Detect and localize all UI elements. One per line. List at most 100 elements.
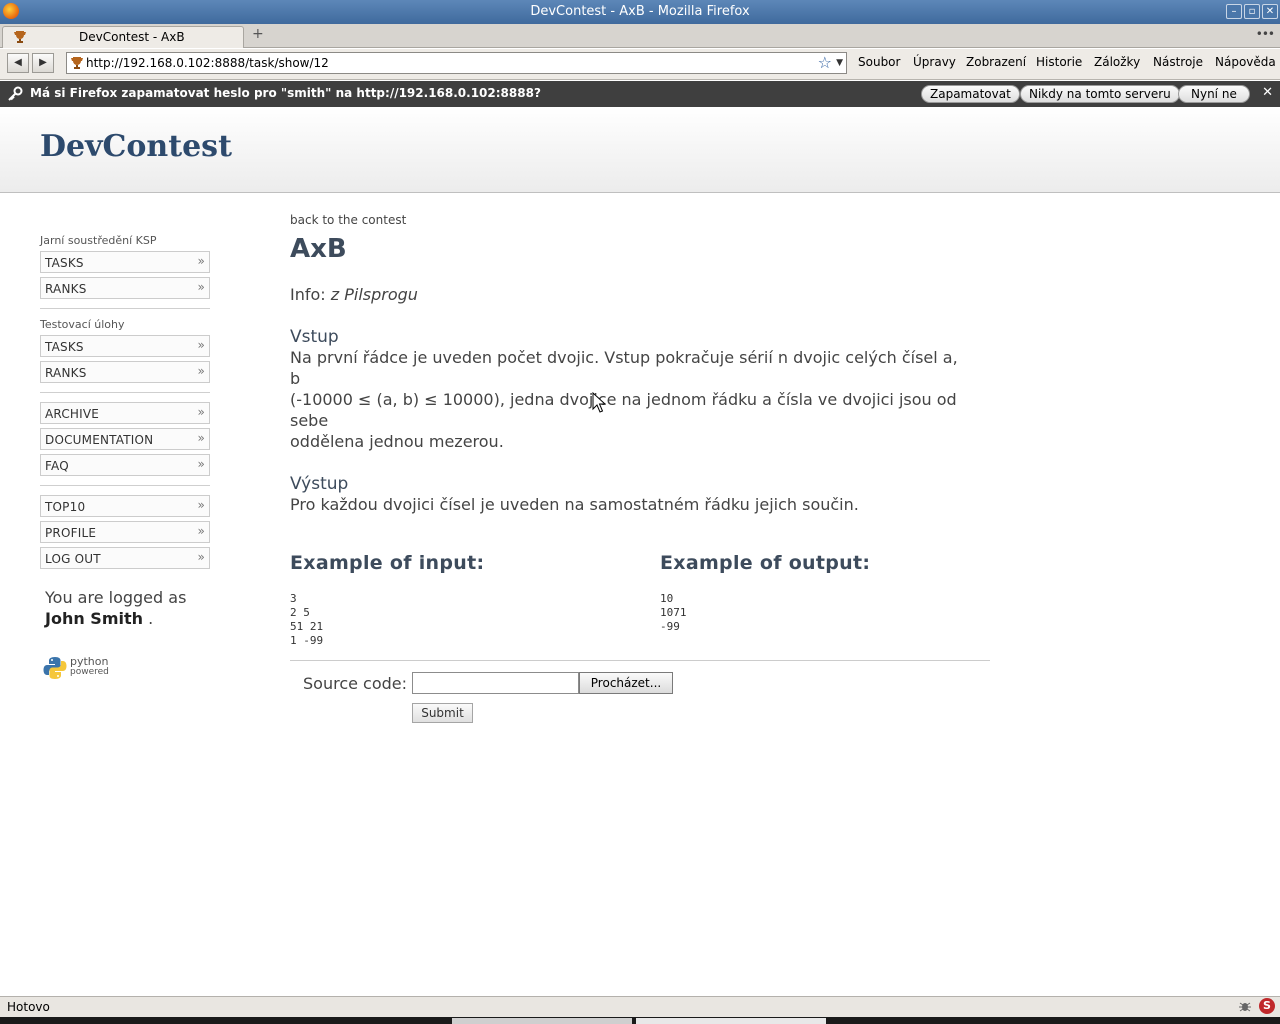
page-title: AxB bbox=[290, 234, 347, 264]
input-line: sebe bbox=[290, 411, 329, 430]
url-text[interactable]: http://192.168.0.102:8888/task/show/12 bbox=[86, 56, 329, 70]
logged-in-info: You are logged as John Smith . bbox=[45, 587, 186, 629]
tab-bar: DevContest - AxB bbox=[0, 24, 1280, 48]
tab-devcontest[interactable]: DevContest - AxB bbox=[2, 26, 244, 48]
site-brand[interactable]: DevContest bbox=[40, 129, 232, 164]
source-code-label: Source code: bbox=[303, 674, 408, 693]
sidebar-item-label: TASKS bbox=[45, 256, 84, 270]
menu-historie[interactable]: Historie bbox=[1036, 55, 1082, 69]
example-output-heading: Example of output: bbox=[660, 552, 871, 574]
menu-napoveda[interactable]: Nápověda bbox=[1215, 55, 1276, 69]
status-bar: Hotovo S bbox=[0, 996, 1280, 1017]
back-button[interactable]: ◀ bbox=[7, 53, 29, 73]
output-description: Pro každou dvojici čísel je uveden na sa… bbox=[290, 495, 859, 514]
sidebar-item-archive[interactable]: ARCHIVE » bbox=[40, 402, 210, 424]
form-divider bbox=[290, 660, 990, 661]
chevron-right-icon: » bbox=[197, 280, 205, 294]
sidebar-divider bbox=[40, 308, 210, 309]
site-header: DevContest bbox=[0, 107, 1280, 193]
browse-button[interactable]: Procházet... bbox=[579, 672, 673, 694]
chevron-right-icon: » bbox=[197, 457, 205, 471]
sidebar-item-logout[interactable]: LOG OUT » bbox=[40, 547, 210, 569]
info-value: z Pilsprogu bbox=[330, 285, 418, 304]
sidebar-divider bbox=[40, 485, 210, 486]
sidebar-divider bbox=[40, 392, 210, 393]
python-powered-badge: python powered bbox=[43, 655, 113, 681]
sidebar-item-label: TASKS bbox=[45, 340, 84, 354]
addon-status-icon[interactable]: S bbox=[1259, 998, 1275, 1014]
sidebar-item-label: RANKS bbox=[45, 366, 87, 380]
close-notification-icon[interactable]: ✕ bbox=[1262, 85, 1273, 100]
new-tab-button[interactable]: + bbox=[252, 26, 264, 42]
chevron-right-icon: » bbox=[197, 498, 205, 512]
chevron-right-icon: » bbox=[197, 364, 205, 378]
sidebar-item-ranks[interactable]: RANKS » bbox=[40, 361, 210, 383]
chevron-right-icon: » bbox=[197, 550, 205, 564]
not-now-button[interactable]: Nyní ne bbox=[1178, 85, 1250, 103]
maximize-button[interactable]: ▫ bbox=[1244, 4, 1260, 19]
remember-password-button[interactable]: Zapamatovat bbox=[921, 85, 1020, 103]
input-description: Na první řádce je uveden počet dvojic. V… bbox=[290, 347, 990, 452]
password-notification-bar: Má si Firefox zapamatovat heslo pro "smi… bbox=[0, 81, 1280, 107]
chevron-right-icon: » bbox=[197, 338, 205, 352]
chevron-right-icon: » bbox=[197, 524, 205, 538]
menu-soubor[interactable]: Soubor bbox=[858, 55, 900, 69]
sidebar-item-documentation[interactable]: DOCUMENTATION » bbox=[40, 428, 210, 450]
minimize-button[interactable]: – bbox=[1226, 4, 1242, 19]
input-line: b bbox=[290, 369, 301, 388]
sidebar-item-label: ARCHIVE bbox=[45, 407, 100, 421]
chevron-right-icon: » bbox=[197, 405, 205, 419]
sidebar: Jarní soustředění KSP TASKS » RANKS » Test… bbox=[40, 234, 210, 569]
bookmark-star-icon[interactable]: ☆ bbox=[818, 53, 832, 72]
sidebar-item-ranks[interactable]: RANKS » bbox=[40, 277, 210, 299]
logged-username[interactable]: John Smith bbox=[45, 609, 143, 628]
sidebar-item-label: PROFILE bbox=[45, 526, 97, 540]
bug-icon[interactable] bbox=[1238, 999, 1252, 1013]
logged-prefix: You are logged as bbox=[45, 588, 187, 607]
info-label: Info: bbox=[290, 285, 326, 304]
task-info: Info: z Pilsprogu bbox=[290, 285, 418, 304]
example-input-heading: Example of input: bbox=[290, 552, 485, 574]
sidebar-item-label: FAQ bbox=[45, 459, 69, 473]
input-line: Na první řádce je uveden počet dvojic. V… bbox=[290, 348, 958, 367]
logged-suffix: . bbox=[148, 609, 154, 628]
example-output-block: 10 1071 -99 bbox=[660, 592, 687, 633]
back-to-contest-link[interactable]: back to the contest bbox=[290, 213, 406, 227]
url-dropdown-icon[interactable]: ▼ bbox=[836, 58, 843, 68]
window-title: DevContest - AxB - Mozilla Firefox bbox=[530, 4, 750, 19]
sidebar-item-tasks[interactable]: TASKS » bbox=[40, 251, 210, 273]
sidebar-item-top10[interactable]: TOP10 » bbox=[40, 495, 210, 517]
close-window-button[interactable]: ✕ bbox=[1262, 4, 1278, 19]
sidebar-item-tasks[interactable]: TASKS » bbox=[40, 335, 210, 357]
sidebar-item-profile[interactable]: PROFILE » bbox=[40, 521, 210, 543]
submit-button[interactable]: Submit bbox=[412, 703, 473, 723]
input-line: oddělena jednou mezerou. bbox=[290, 432, 504, 451]
chevron-right-icon: » bbox=[197, 431, 205, 445]
source-file-input[interactable] bbox=[412, 672, 579, 694]
menu-upravy[interactable]: Úpravy bbox=[913, 55, 956, 69]
menu-zalozky[interactable]: Záložky bbox=[1094, 55, 1140, 69]
sidebar-item-label: RANKS bbox=[45, 282, 87, 296]
taskbar-item[interactable] bbox=[636, 1018, 826, 1024]
never-for-site-button[interactable]: Nikdy na tomto serveru bbox=[1020, 85, 1180, 103]
tab-list-button[interactable]: ••• bbox=[1256, 27, 1275, 41]
menu-nastroje[interactable]: Nástroje bbox=[1153, 55, 1203, 69]
taskbar-item[interactable] bbox=[452, 1018, 632, 1024]
input-line: (-10000 ≤ (a, b) ≤ 10000), jedna dvojice… bbox=[290, 390, 957, 409]
window-titlebar: DevContest - AxB - Mozilla Firefox – ▫ ✕ bbox=[0, 0, 1280, 24]
url-bar[interactable]: http://192.168.0.102:8888/task/show/12 ☆… bbox=[66, 52, 847, 74]
trophy-icon bbox=[14, 31, 26, 43]
taskbar-strip bbox=[0, 1017, 1280, 1024]
mouse-cursor-icon bbox=[592, 392, 606, 413]
status-text: Hotovo bbox=[7, 1000, 50, 1014]
python-logo-icon bbox=[43, 657, 67, 679]
chevron-right-icon: » bbox=[197, 254, 205, 268]
notification-message: Má si Firefox zapamatovat heslo pro "smi… bbox=[30, 86, 541, 100]
sidebar-item-label: TOP10 bbox=[45, 500, 86, 514]
tab-title: DevContest - AxB bbox=[79, 30, 185, 44]
sidebar-item-faq[interactable]: FAQ » bbox=[40, 454, 210, 476]
sidebar-section-title: Testovací úlohy bbox=[40, 318, 125, 331]
sidebar-item-label: DOCUMENTATION bbox=[45, 433, 154, 447]
menu-zobrazeni[interactable]: Zobrazení bbox=[966, 55, 1026, 69]
forward-button[interactable]: ▶ bbox=[32, 53, 54, 73]
